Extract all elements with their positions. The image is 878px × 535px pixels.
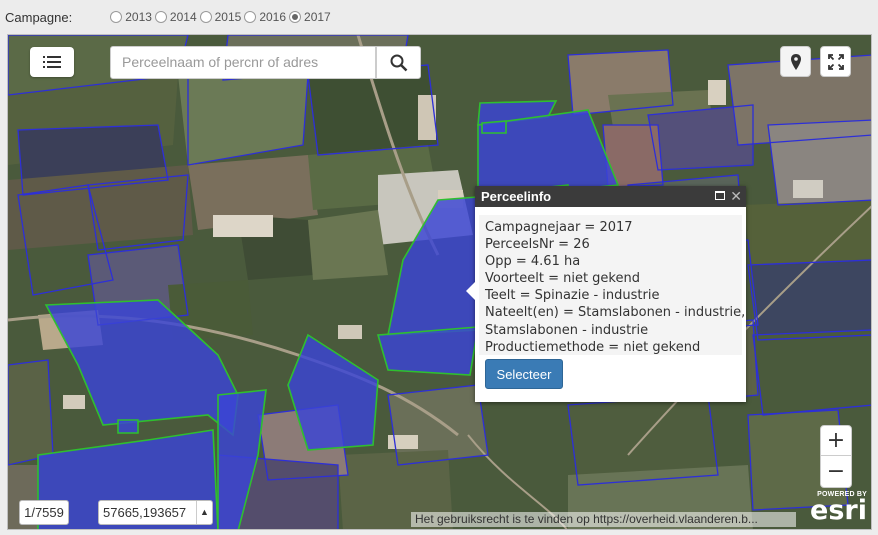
fullscreen-button[interactable] (820, 46, 851, 77)
info-line: Nateelt(en) = Stamslabonen - industrie, (485, 305, 746, 321)
campagne-bar: Campagne: 2013 2014 2015 2016 2017 (0, 0, 878, 34)
radio-2017[interactable]: 2017 (289, 10, 331, 24)
popup-content: Campagnejaar = 2017 PerceelsNr = 26 Opp … (479, 215, 746, 355)
popup-pointer (466, 282, 475, 300)
fullscreen-icon (827, 53, 844, 70)
info-line: Productiemethode = niet gekend (485, 339, 701, 355)
scale-display: 1/7559 (19, 500, 69, 525)
zoom-out-button[interactable]: − (821, 456, 851, 486)
radio-label: 2014 (169, 10, 197, 24)
popup-header: Perceelinfo ✕ (475, 186, 746, 207)
info-line: Voorteelt = niet gekend (485, 271, 640, 287)
info-line: Stamslabonen - industrie (485, 322, 649, 338)
coordinate-value: 57665,193657 (103, 505, 187, 520)
esri-logo: POWERED BY esri (805, 491, 867, 527)
search-input[interactable]: Perceelnaam of percnr of adres (110, 46, 376, 79)
info-line: PerceelsNr = 26 (485, 237, 590, 253)
list-icon (43, 56, 61, 68)
list-button[interactable] (30, 47, 74, 77)
radio-button[interactable] (154, 11, 167, 23)
popup-title: Perceelinfo (481, 189, 552, 204)
close-icon[interactable]: ✕ (730, 186, 742, 207)
attribution-text: Het gebruiksrecht is te vinden op https:… (411, 512, 796, 527)
radio-button[interactable] (244, 11, 257, 23)
esri-wordmark: esri (810, 495, 867, 526)
parcel-info-popup: Perceelinfo ✕ Campagnejaar = 2017 Percee… (466, 186, 746, 402)
radio-label: 2016 (259, 10, 287, 24)
radio-label: 2015 (214, 10, 242, 24)
search-icon (390, 54, 407, 71)
info-line: Campagnejaar = 2017 (485, 220, 633, 235)
map-view[interactable]: Perceelnaam of percnr of adres Perceelin… (7, 34, 872, 530)
radio-2014[interactable]: 2014 (154, 10, 197, 24)
radio-label: 2017 (304, 10, 331, 24)
caret-up-icon[interactable]: ▲ (196, 501, 212, 524)
coordinate-display[interactable]: 57665,193657 ▲ (98, 500, 213, 525)
map-marker-icon (790, 53, 801, 70)
radio-2013[interactable]: 2013 (110, 10, 152, 24)
radio-2016[interactable]: 2016 (244, 10, 286, 24)
radio-button-checked[interactable] (289, 11, 302, 23)
maximize-icon[interactable] (715, 191, 725, 200)
locate-button[interactable] (780, 46, 811, 77)
radio-2015[interactable]: 2015 (199, 10, 242, 24)
radio-button[interactable] (199, 11, 212, 23)
search-button[interactable] (376, 46, 421, 79)
zoom-in-button[interactable]: + (821, 426, 851, 456)
info-line: Opp = 4.61 ha (485, 254, 581, 270)
info-line: Teelt = Spinazie - industrie (485, 288, 660, 304)
radio-label: 2013 (125, 10, 152, 24)
select-button[interactable]: Selecteer (485, 359, 563, 389)
zoom-control: + − (820, 425, 852, 488)
campagne-label: Campagne: (5, 9, 73, 25)
radio-button[interactable] (110, 11, 123, 23)
